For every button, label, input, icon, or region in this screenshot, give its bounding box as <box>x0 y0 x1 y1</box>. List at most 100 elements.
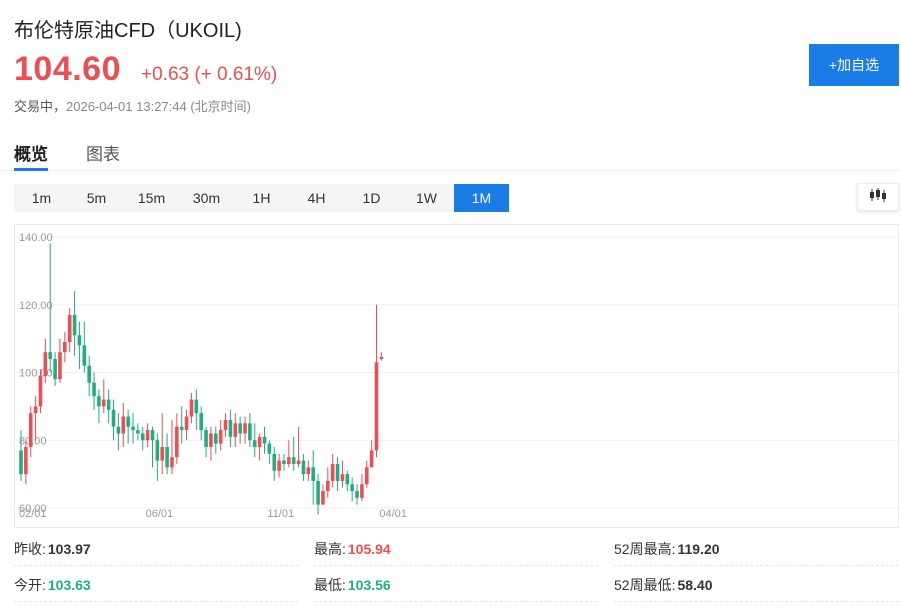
trading-status: 交易中，2026-04-01 13:27:44 (北京时间) <box>14 96 251 115</box>
candle-body <box>291 457 296 464</box>
period-30m[interactable]: 30m <box>179 184 234 212</box>
candle-body <box>53 358 57 380</box>
candle-body <box>248 423 252 441</box>
stat-prev-close: 昨收: 103.97 <box>14 532 298 566</box>
period-1m[interactable]: 1m <box>14 184 69 212</box>
x-tick-label: 02/01 <box>19 508 47 520</box>
candle <box>97 389 101 424</box>
candle-body <box>121 416 126 434</box>
period-1d[interactable]: 1D <box>344 184 399 212</box>
candle-body <box>267 443 272 454</box>
candle <box>28 406 33 458</box>
candle <box>72 291 77 356</box>
candle-body <box>19 450 23 475</box>
period-1w[interactable]: 1W <box>399 184 454 212</box>
candle <box>165 433 169 475</box>
candle-body <box>131 426 135 431</box>
candle-body <box>301 460 306 475</box>
candle-body <box>140 433 145 441</box>
candle <box>209 426 213 461</box>
period-selector: 1m 5m 15m 30m 1H 4H 1D 1W 1M <box>14 184 510 212</box>
candle <box>155 433 160 481</box>
candle-body <box>321 491 325 505</box>
candle-body <box>335 463 340 481</box>
candle <box>350 477 354 502</box>
candle-body <box>38 375 43 407</box>
candle-body <box>360 484 364 498</box>
candle-body <box>101 399 106 407</box>
candle <box>67 308 72 353</box>
candle-body <box>330 463 335 481</box>
stat-value: 58.40 <box>677 576 713 593</box>
candle <box>77 321 82 370</box>
candle <box>267 440 272 464</box>
candle <box>111 399 116 441</box>
candle-body <box>67 314 72 343</box>
candle <box>282 453 286 471</box>
candle-body <box>150 430 155 441</box>
period-1mo[interactable]: 1M <box>454 184 509 212</box>
candle-body <box>58 352 62 380</box>
add-watchlist-button[interactable]: +加自选 <box>809 44 899 86</box>
tab-chart[interactable]: 图表 <box>86 140 120 165</box>
stat-value: 103.56 <box>347 576 391 593</box>
stat-52w-high: 52周最高: 119.20 <box>614 532 899 566</box>
candle-body <box>238 423 242 434</box>
candle <box>374 304 379 458</box>
candle <box>33 396 38 441</box>
candle <box>238 416 242 444</box>
x-tick-label: 04/01 <box>379 508 407 520</box>
trading-status-label: 交易中， <box>14 99 67 114</box>
candle <box>311 450 315 505</box>
candle <box>277 453 281 478</box>
candle <box>179 406 184 444</box>
candle <box>369 440 374 468</box>
stat-high: 最高: 105.94 <box>314 532 598 566</box>
y-tick-label: 140.00 <box>19 232 53 244</box>
candle-body <box>223 419 228 431</box>
candle-body <box>252 440 257 448</box>
period-15m[interactable]: 15m <box>124 184 179 212</box>
candle-body <box>350 484 354 492</box>
candle-body <box>311 467 315 481</box>
tab-bar: 概览 图表 <box>0 135 899 171</box>
candle-body <box>28 413 33 448</box>
tab-overview[interactable]: 概览 <box>14 140 48 165</box>
candle-body <box>218 430 223 444</box>
candle <box>228 409 233 448</box>
candle-body <box>233 423 238 437</box>
candle <box>87 355 91 397</box>
candle <box>262 426 267 454</box>
candle-body <box>369 450 374 468</box>
candle-body <box>272 453 277 471</box>
candle <box>326 467 330 498</box>
candle <box>360 474 364 502</box>
candle <box>379 352 384 361</box>
stat-value: 103.63 <box>47 576 91 593</box>
period-5m[interactable]: 5m <box>69 184 124 212</box>
instrument-title: 布伦特原油CFD（UKOIL) <box>14 20 242 42</box>
candle <box>160 413 165 475</box>
price-chart: 140.00 120.00 100.00 80.00 60.00 02/01 06/01 11… <box>14 224 900 528</box>
candle-body <box>77 335 82 346</box>
candle <box>257 433 262 461</box>
candle <box>364 460 369 488</box>
candle <box>330 453 335 488</box>
candle-body <box>296 460 301 464</box>
stat-52w-low: 52周最低: 58.40 <box>614 568 899 602</box>
candle <box>184 409 189 441</box>
candle-body <box>48 352 53 359</box>
y-tick-label: 80.00 <box>19 435 47 447</box>
y-tick-label: 100.00 <box>19 368 53 380</box>
last-price: 104.60 <box>14 50 121 88</box>
candle <box>189 392 194 424</box>
candle <box>101 379 106 414</box>
stat-value: 105.94 <box>347 540 391 557</box>
candle <box>287 440 291 468</box>
candle-body <box>214 433 218 444</box>
candle-body <box>165 447 169 468</box>
period-1h[interactable]: 1H <box>234 184 289 212</box>
period-4h[interactable]: 4H <box>289 184 344 212</box>
candle <box>63 331 67 363</box>
chart-type-button[interactable] <box>857 183 899 211</box>
